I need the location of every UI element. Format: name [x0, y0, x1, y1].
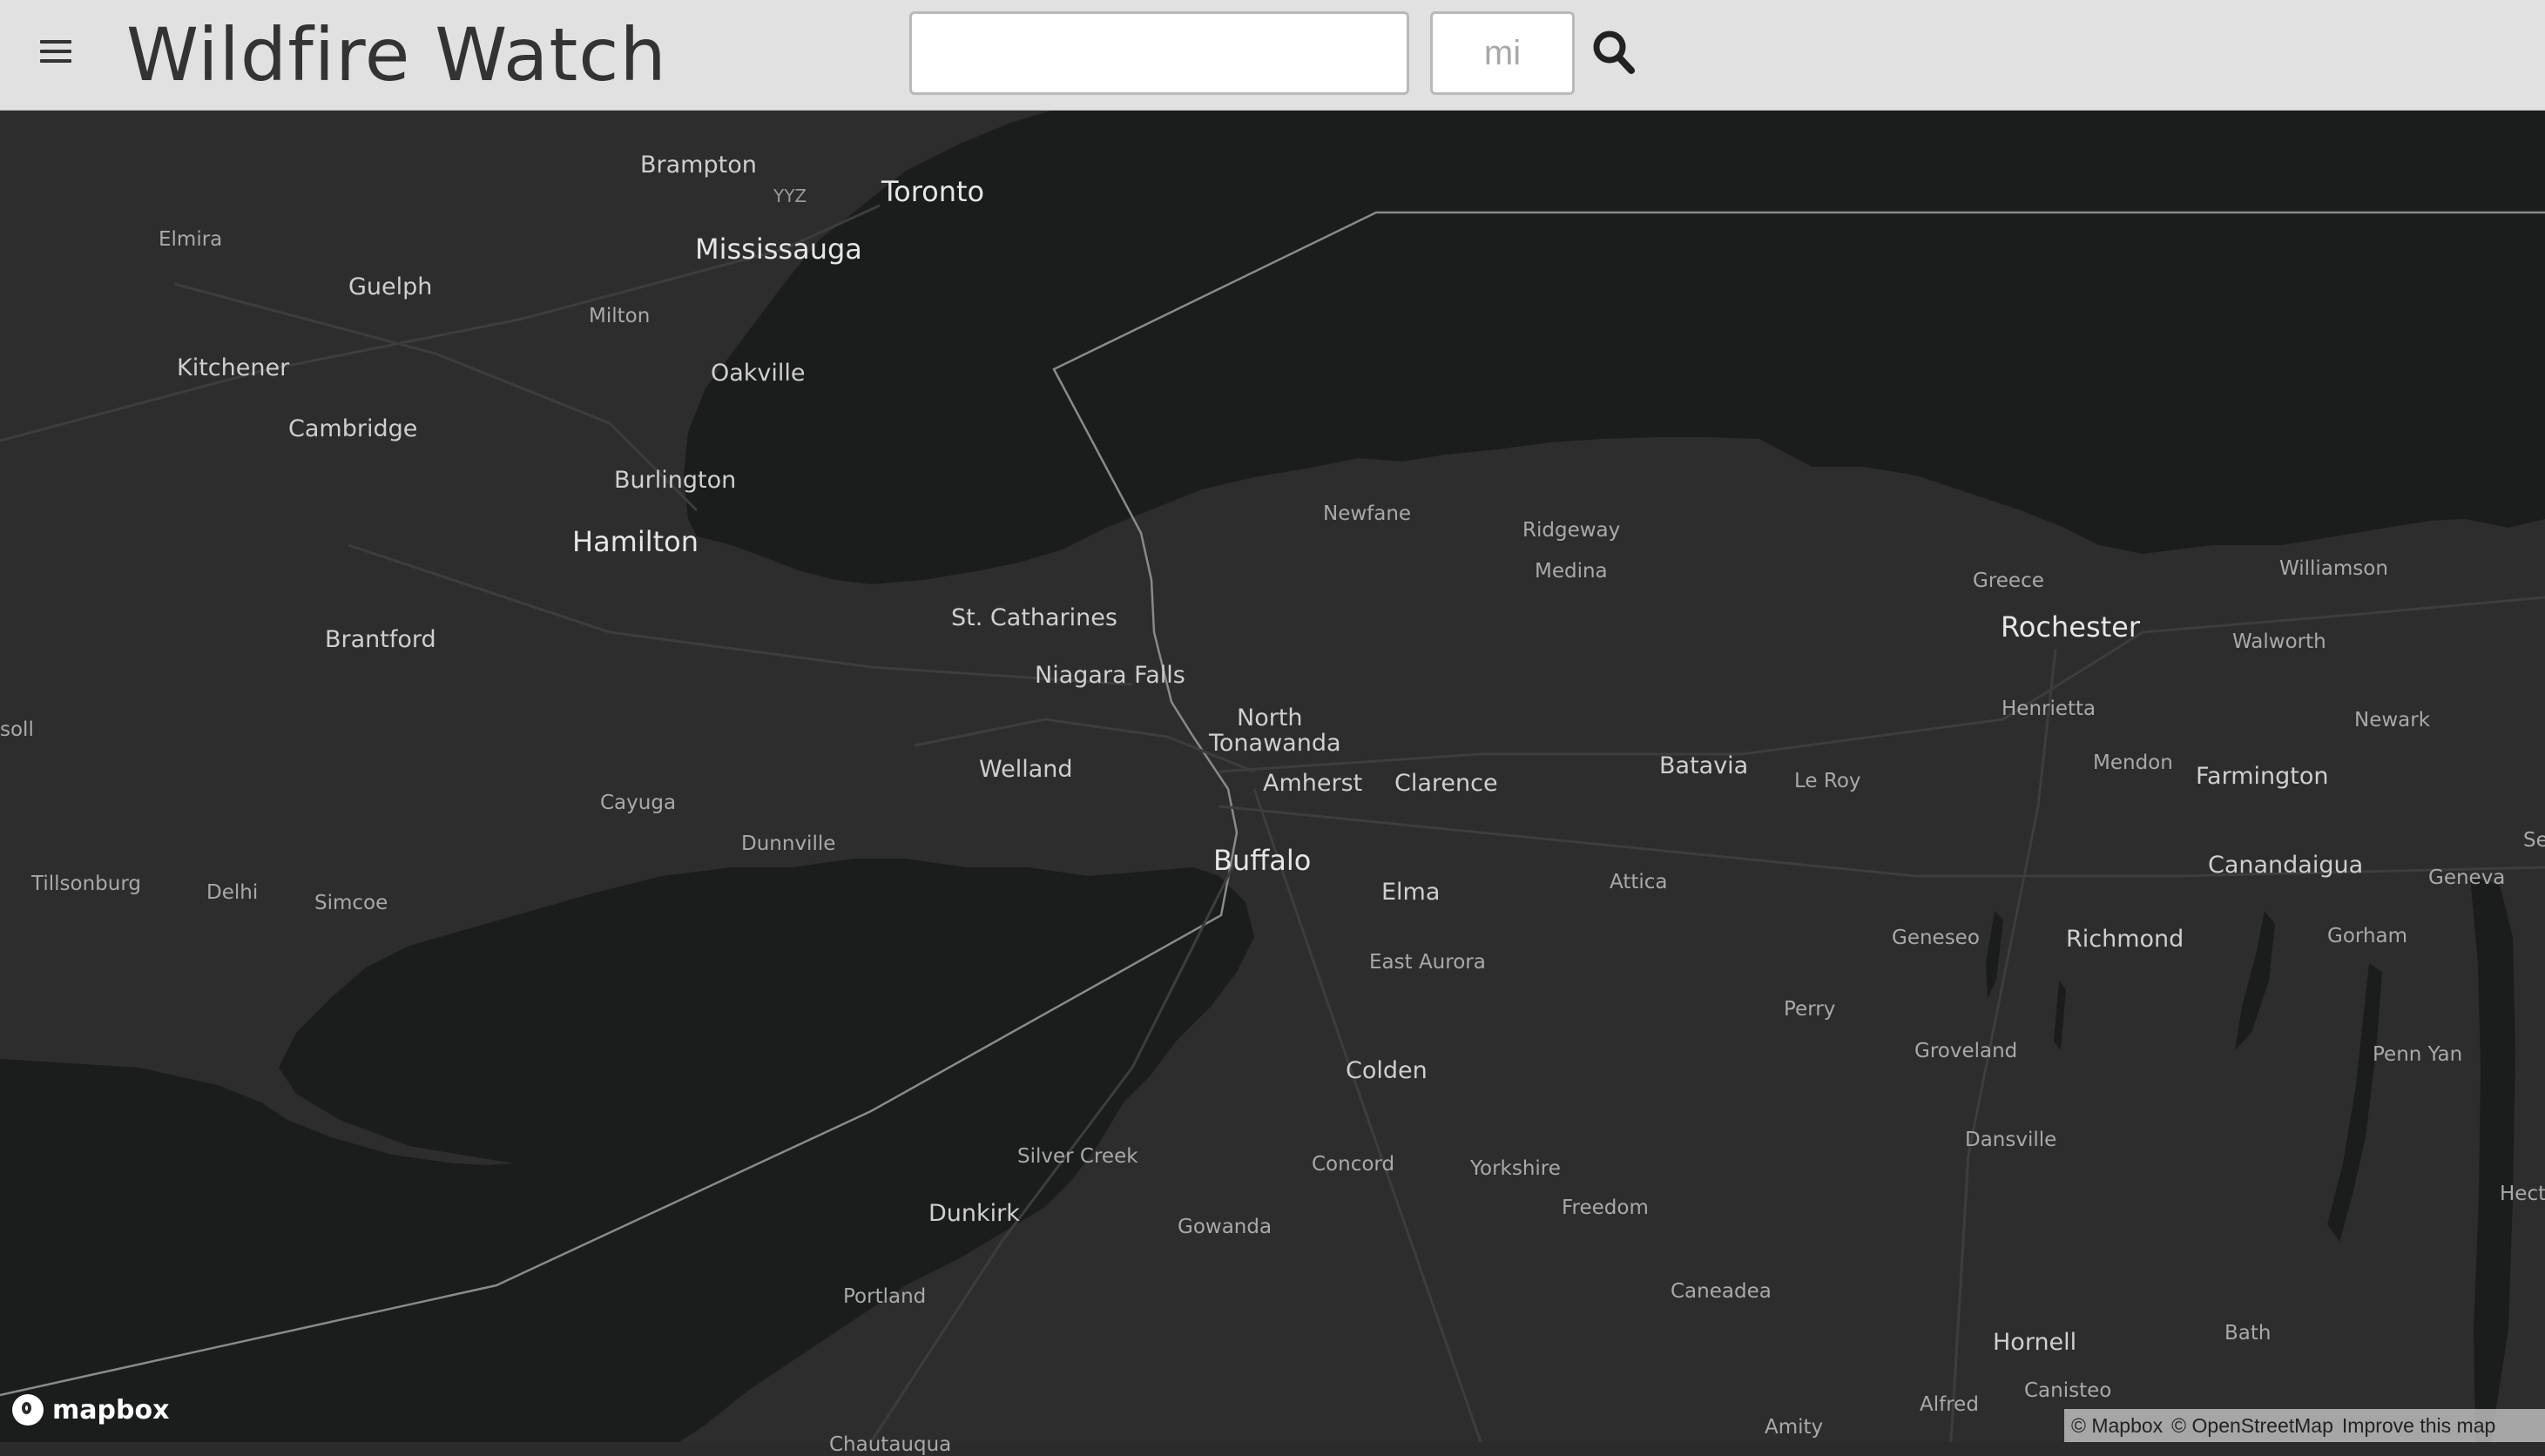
map-label-mississauga: Mississauga — [695, 233, 862, 266]
map-label-silver-creek: Silver Creek — [1017, 1145, 1138, 1168]
map-label-burlington: Burlington — [614, 467, 737, 494]
top-header: Wildfire Watch — [0, 0, 2545, 111]
map-label-kitchener: Kitchener — [177, 354, 290, 381]
map-label-medina: Medina — [1535, 560, 1608, 583]
map-label-dunkirk: Dunkirk — [928, 1200, 1020, 1227]
attribution-mapbox-link[interactable]: © Mapbox — [2071, 1414, 2163, 1438]
map-label-geneseo: Geneseo — [1892, 927, 1980, 949]
map-label-richmond: Richmond — [2066, 926, 2184, 953]
map-label-caneadea: Caneadea — [1671, 1280, 1772, 1303]
map-label-simcoe: Simcoe — [314, 892, 388, 914]
map-label-freedom: Freedom — [1562, 1196, 1649, 1219]
map-label-chautauqua: Chautauqua — [829, 1433, 952, 1456]
map-label-newfane: Newfane — [1323, 502, 1412, 525]
map-label-dunnville: Dunnville — [741, 832, 836, 855]
map-label-elmira: Elmira — [159, 228, 223, 251]
map-label-rochester: Rochester — [2001, 610, 2140, 644]
map-label-se: Se — [2523, 829, 2545, 852]
map-label-delhi: Delhi — [206, 881, 259, 904]
map-label-amherst: Amherst — [1263, 770, 1363, 797]
map-label-newark: Newark — [2354, 709, 2431, 731]
hamburger-menu-icon[interactable] — [40, 40, 71, 70]
mapbox-logo-text: mapbox — [52, 1394, 170, 1426]
map-attribution: © Mapbox © OpenStreetMap Improve this ma… — [2064, 1409, 2545, 1442]
map-label-buffalo: Buffalo — [1213, 844, 1312, 877]
map-label-groveland: Groveland — [1914, 1040, 2018, 1062]
map-label-cayuga: Cayuga — [600, 792, 677, 814]
map-label-colden: Colden — [1346, 1057, 1428, 1084]
map-label-le-roy: Le Roy — [1794, 770, 1861, 792]
map-label-brantford: Brantford — [325, 626, 436, 653]
mapbox-logo[interactable]: mapbox — [12, 1390, 169, 1430]
map-label-yorkshire: Yorkshire — [1470, 1157, 1561, 1180]
map-label-mendon: Mendon — [2093, 752, 2173, 774]
map-label-perry: Perry — [1784, 998, 1836, 1021]
map-label-henrietta: Henrietta — [2002, 698, 2096, 720]
radius-miles-input[interactable] — [1430, 11, 1575, 95]
map-label-concord: Concord — [1312, 1153, 1395, 1176]
map-label-alfred: Alfred — [1920, 1393, 1979, 1416]
map-label-bath: Bath — [2224, 1322, 2272, 1345]
map-label-toronto: Toronto — [881, 175, 985, 208]
search-button[interactable] — [1590, 26, 1639, 78]
map-label-greece: Greece — [1973, 570, 2044, 592]
map-label-dansville: Dansville — [1965, 1129, 2057, 1151]
map-label-penn-yan: Penn Yan — [2373, 1043, 2463, 1066]
map-label-canandaigua: Canandaigua — [2208, 852, 2364, 879]
map-label-st-catharines: St. Catharines — [951, 604, 1117, 631]
map-label-east-aurora: East Aurora — [1369, 951, 1486, 974]
map-canvas[interactable]: Brampton YYZ Toronto Mississauga Elmira … — [0, 110, 2545, 1455]
location-search-input[interactable] — [909, 11, 1409, 95]
search-icon — [1593, 30, 1635, 74]
map-label-geneva: Geneva — [2428, 866, 2506, 889]
map-label-hamilton: Hamilton — [572, 525, 699, 558]
map-label-niagara-falls: Niagara Falls — [1035, 662, 1185, 689]
map-label-brampton: Brampton — [640, 152, 757, 179]
map-label-tonawanda: Tonawanda — [1209, 730, 1341, 757]
map-label-guelph: Guelph — [348, 273, 433, 300]
map-label-walworth: Walworth — [2232, 630, 2326, 653]
map-label-soll: soll — [0, 718, 34, 741]
map-label-gowanda: Gowanda — [1178, 1216, 1272, 1238]
map-label-welland: Welland — [979, 756, 1073, 783]
map-label-yyz: YYZ — [773, 185, 807, 206]
improve-map-link[interactable]: Improve this map — [2342, 1414, 2495, 1438]
map-label-hecto: Hecto — [2500, 1183, 2545, 1205]
map-label-canisteo: Canisteo — [2024, 1379, 2112, 1402]
map-label-attica: Attica — [1610, 871, 1668, 893]
map-label-oakville: Oakville — [711, 360, 806, 387]
attribution-osm-link[interactable]: © OpenStreetMap — [2171, 1414, 2333, 1438]
map-label-milton: Milton — [589, 305, 651, 327]
map-label-tillsonburg: Tillsonburg — [31, 873, 141, 895]
map-label-ridgeway: Ridgeway — [1522, 519, 1621, 542]
map-label-portland: Portland — [843, 1285, 927, 1308]
map-label-clarence: Clarence — [1394, 770, 1498, 797]
app-title: Wildfire Watch — [126, 12, 667, 98]
map-label-north: North — [1237, 704, 1303, 731]
mapbox-logo-icon — [12, 1394, 44, 1426]
map-label-hornell: Hornell — [1993, 1329, 2077, 1356]
map-label-cambridge: Cambridge — [288, 415, 418, 442]
map-label-amity: Amity — [1765, 1416, 1824, 1439]
map-label-farmington: Farmington — [2196, 763, 2329, 790]
map-label-williamson: Williamson — [2279, 557, 2388, 580]
map-label-batavia: Batavia — [1659, 752, 1749, 779]
map-label-gorham: Gorham — [2327, 925, 2408, 947]
map-label-elma: Elma — [1381, 879, 1441, 906]
